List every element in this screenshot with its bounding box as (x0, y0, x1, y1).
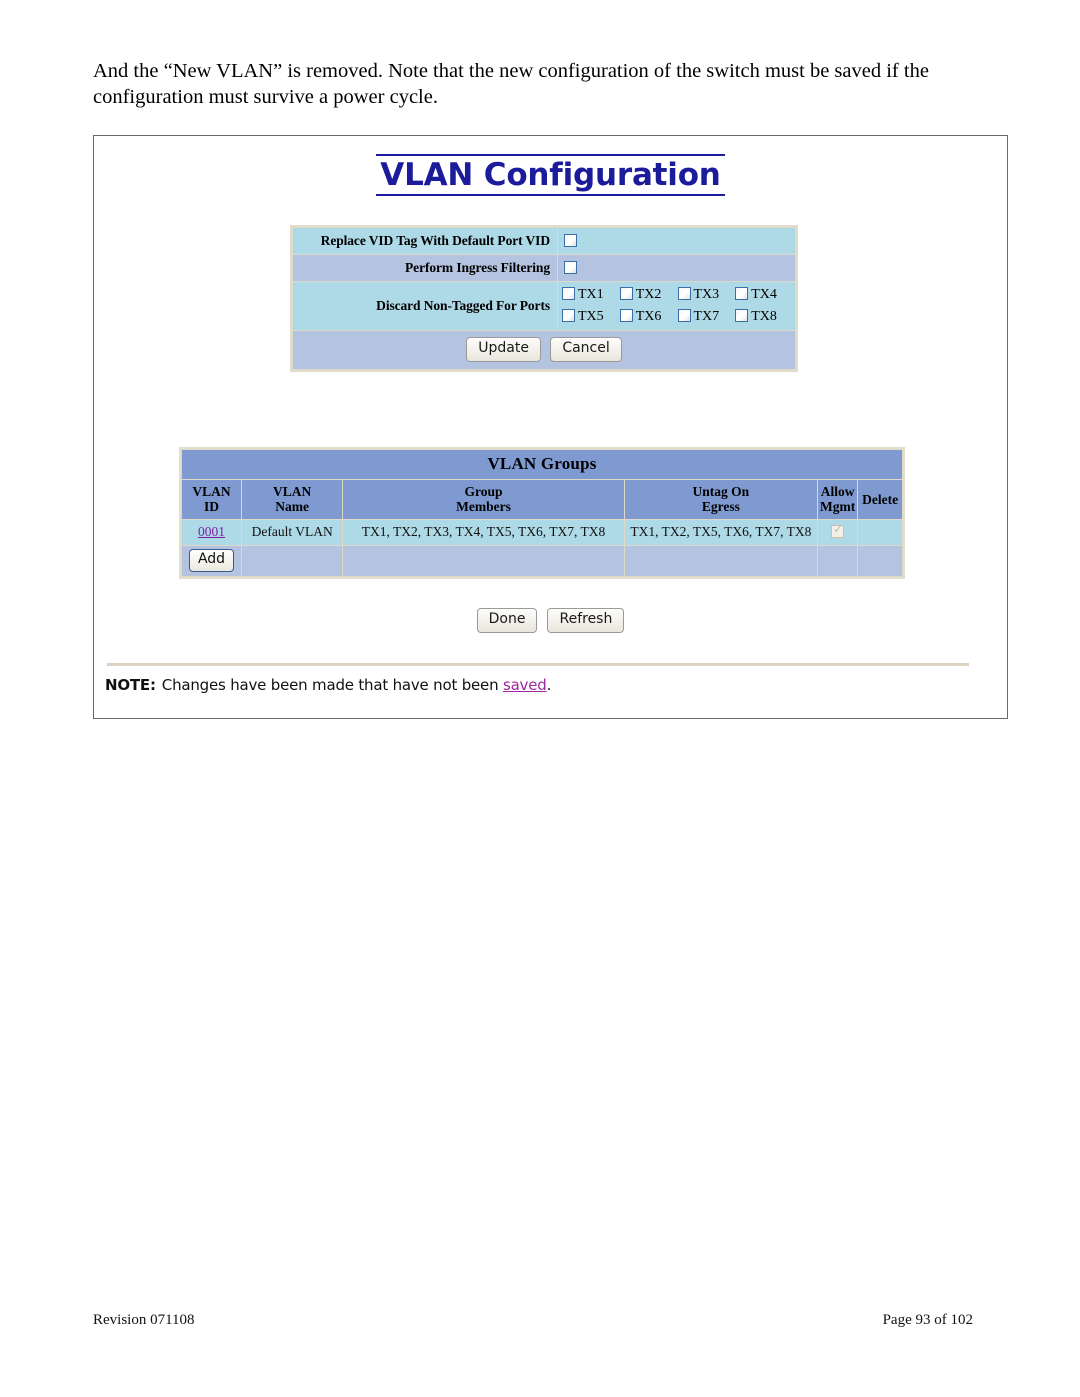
vlan-settings-table: Replace VID Tag With Default Port VID Pe… (290, 225, 798, 372)
discard-non-tagged-label: Discard Non-Tagged For Ports (293, 282, 557, 330)
cell-untag-on-egress: TX1, TX2, TX5, TX6, TX7, TX8 (624, 520, 818, 545)
done-button[interactable]: Done (476, 608, 538, 633)
header-allow-line2: Mgmt (820, 499, 856, 514)
table-row: 0001 Default VLAN TX1, TX2, TX3, TX4, TX… (182, 520, 902, 545)
port-checkbox-tx7-item[interactable]: TX7 (677, 309, 736, 325)
header-group-members-line2: Members (456, 499, 511, 514)
groups-caption-row: VLAN Groups (182, 450, 902, 479)
update-button[interactable]: Update (466, 337, 541, 362)
add-button[interactable]: Add (188, 549, 235, 572)
screenshot-frame: VLAN Configuration Replace VID Tag With … (93, 135, 1008, 719)
header-vlan-name-line1: VLAN (273, 484, 312, 499)
port-label-tx3: TX3 (693, 287, 720, 302)
port-label-tx2: TX2 (635, 287, 662, 302)
port-checkbox-tx8-item[interactable]: TX8 (735, 309, 793, 325)
replace-vid-checkbox[interactable] (564, 234, 577, 248)
replace-vid-field (558, 228, 795, 254)
add-row-name-cell (242, 546, 343, 576)
header-vlan-name-line2: Name (275, 499, 310, 514)
vlan-groups-table: VLAN Groups VLAN ID VLAN Name Group Memb… (179, 447, 905, 579)
port-checkbox-tx4-item[interactable]: TX4 (735, 287, 793, 303)
header-vlan-name: VLAN Name (242, 480, 343, 519)
header-vlan-id-line2: ID (204, 499, 220, 514)
add-button-cell: Add (182, 546, 242, 576)
page-title: VLAN Configuration (376, 154, 725, 196)
port-checkbox-tx5[interactable] (562, 309, 575, 323)
header-group-members-line1: Group (464, 484, 503, 499)
port-checkbox-tx1-item[interactable]: TX1 (562, 287, 620, 303)
settings-action-bar: Update Cancel (293, 331, 795, 369)
setting-row-actions: Update Cancel (293, 331, 795, 369)
note-divider (107, 663, 969, 666)
add-row-members-cell (343, 546, 624, 576)
header-vlan-id: VLAN ID (182, 480, 242, 519)
port-checkbox-tx2[interactable] (619, 287, 633, 301)
note-text-after: . (546, 676, 552, 694)
cell-group-members: TX1, TX2, TX3, TX4, TX5, TX6, TX7, TX8 (343, 520, 624, 545)
groups-caption: VLAN Groups (182, 450, 902, 479)
page-title-container: VLAN Configuration (94, 154, 1007, 196)
header-allow-mgmt: Allow Mgmt (818, 480, 858, 519)
groups-header-row: VLAN ID VLAN Name Group Members Untag On… (182, 480, 902, 519)
header-untag-line2: Egress (701, 499, 740, 514)
add-row-allow-cell (818, 546, 858, 576)
setting-row-replace-vid: Replace VID Tag With Default Port VID (293, 228, 795, 254)
port-checkbox-tx3-item[interactable]: TX3 (677, 287, 736, 303)
footer-page-number: Page 93 of 102 (882, 1312, 973, 1328)
port-checkbox-tx6-item[interactable]: TX6 (619, 309, 678, 325)
setting-row-discard-non-tagged: Discard Non-Tagged For Ports TX1 TX2 TX3… (293, 282, 795, 330)
port-label-tx5: TX5 (578, 309, 604, 324)
ingress-filtering-checkbox[interactable] (564, 261, 577, 275)
header-group-members: Group Members (343, 480, 624, 519)
port-checkbox-tx4[interactable] (735, 287, 749, 301)
saved-link[interactable]: saved (503, 676, 547, 694)
page-action-bar: Done Refresh (94, 608, 1007, 633)
discard-non-tagged-ports: TX1 TX2 TX3 TX4 TX5 TX6 TX7 TX8 (558, 282, 795, 330)
footer-revision: Revision 071108 (93, 1312, 195, 1328)
header-allow-line1: Allow (820, 484, 855, 499)
port-checkbox-tx7[interactable] (677, 309, 691, 323)
add-row-delete-cell (858, 546, 902, 576)
ingress-filtering-label: Perform Ingress Filtering (293, 255, 557, 281)
header-delete: Delete (858, 480, 902, 519)
ingress-filtering-field (558, 255, 795, 281)
port-checkbox-tx8[interactable] (735, 309, 749, 323)
note-label: NOTE: (105, 676, 156, 694)
port-checkbox-tx2-item[interactable]: TX2 (619, 287, 678, 303)
document-footer: Revision 071108 Page 93 of 102 (93, 1312, 973, 1329)
allow-mgmt-checkbox (831, 523, 845, 539)
refresh-button[interactable]: Refresh (547, 608, 625, 633)
replace-vid-label: Replace VID Tag With Default Port VID (293, 228, 557, 254)
add-row-untag-cell (624, 546, 818, 576)
port-label-tx1: TX1 (578, 287, 604, 302)
port-checkbox-tx3[interactable] (677, 287, 691, 301)
port-checkbox-tx1[interactable] (562, 287, 575, 301)
groups-add-row: Add (182, 546, 902, 576)
cell-vlan-name: Default VLAN (242, 520, 343, 545)
cell-allow-mgmt (818, 520, 858, 545)
cell-vlan-id: 0001 (182, 520, 242, 545)
port-checkbox-tx6[interactable] (619, 309, 633, 323)
note-text-before: Changes have been made that have not bee… (161, 676, 503, 694)
port-label-tx8: TX8 (751, 309, 777, 324)
port-label-tx6: TX6 (635, 309, 662, 324)
intro-paragraph: And the “New VLAN” is removed. Note that… (93, 60, 929, 108)
port-checkbox-tx5-item[interactable]: TX5 (562, 309, 620, 325)
port-label-tx4: TX4 (751, 287, 777, 302)
setting-row-ingress-filtering: Perform Ingress Filtering (293, 255, 795, 281)
header-untag-on-egress: Untag On Egress (624, 480, 818, 519)
note-message: NOTE: Changes have been made that have no… (105, 676, 551, 694)
cell-delete[interactable] (858, 520, 902, 545)
port-label-tx7: TX7 (693, 309, 720, 324)
cancel-button[interactable]: Cancel (550, 337, 622, 362)
header-vlan-id-line1: VLAN (192, 484, 231, 499)
header-untag-line1: Untag On (692, 484, 750, 499)
vlan-id-link[interactable]: 0001 (198, 524, 225, 539)
